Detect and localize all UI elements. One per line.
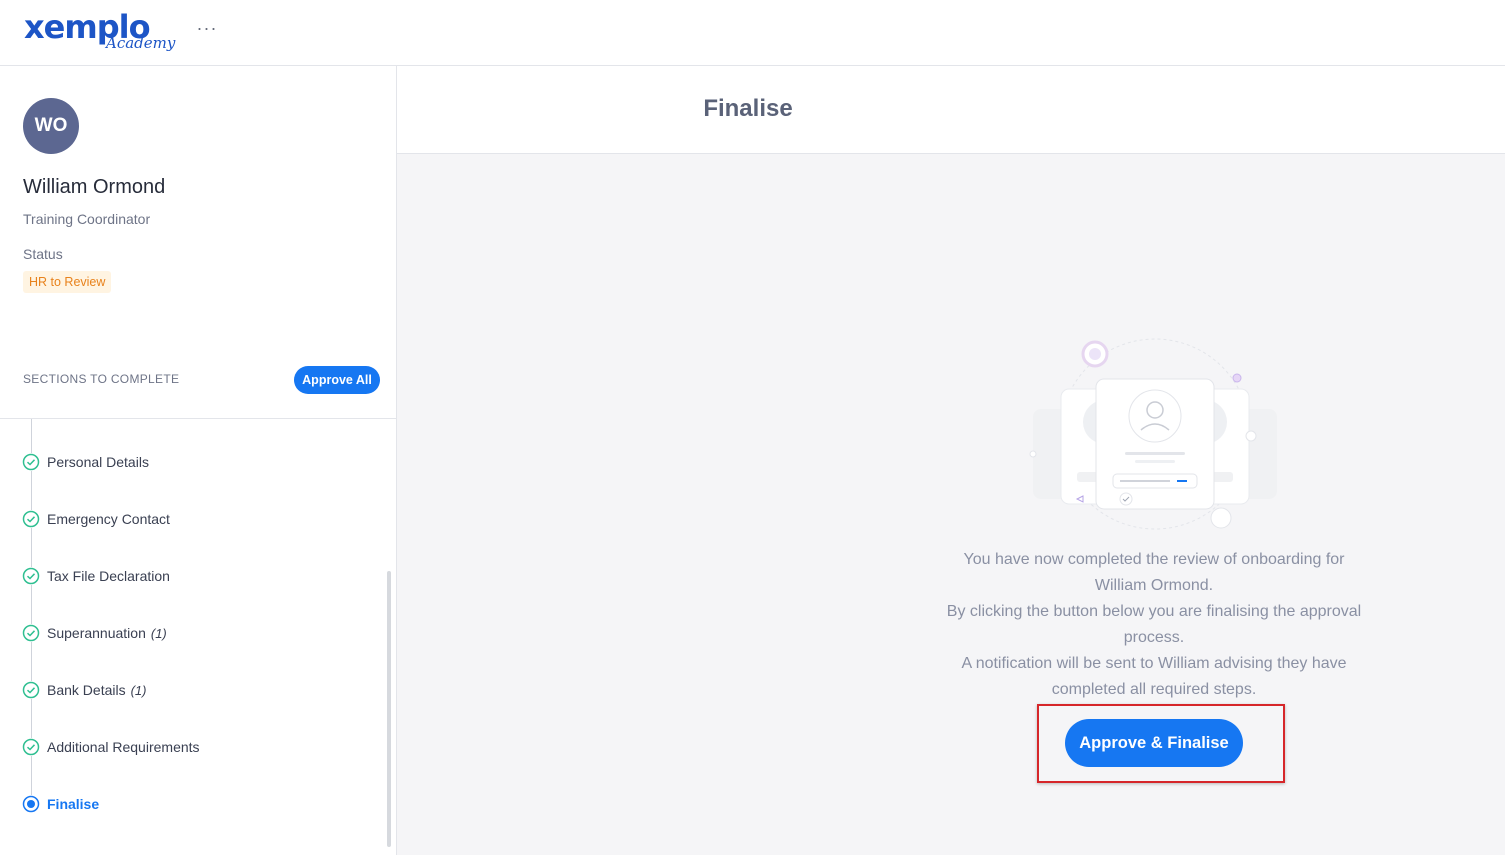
more-options-icon[interactable]: ··· (196, 18, 218, 40)
step-tax-file-declaration[interactable]: Tax File Declaration (22, 564, 170, 588)
step-label: Bank Details (47, 682, 126, 698)
step-label: Finalise (47, 796, 100, 812)
sections-heading: SECTIONS TO COMPLETE (23, 372, 180, 386)
step-label: Emergency Contact (47, 511, 170, 527)
step-bank-details[interactable]: Bank Details (1) (22, 678, 146, 702)
user-name: William Ormond (23, 176, 166, 198)
message-line: completed all required steps. (1051, 681, 1257, 698)
step-superannuation[interactable]: Superannuation (1) (22, 621, 167, 645)
step-label: Additional Requirements (47, 739, 200, 755)
step-label: Superannuation (47, 625, 146, 641)
completion-message: You have now completed the review of onb… (921, 547, 1387, 703)
sidebar-scrollbar[interactable] (387, 571, 391, 847)
status-badge: HR to Review (23, 271, 112, 293)
check-circle-icon (22, 453, 40, 471)
check-circle-icon (22, 681, 40, 699)
step-emergency-contact[interactable]: Emergency Contact (22, 507, 170, 531)
main-panel: Finalise You have now completed the revi… (397, 66, 1505, 855)
check-circle-icon (22, 510, 40, 528)
message-line: process. (1123, 629, 1185, 646)
step-count: (1) (150, 625, 167, 641)
avatar: WO (23, 98, 79, 154)
user-role: Training Coordinator (23, 211, 151, 227)
step-personal-details[interactable]: Personal Details (22, 450, 149, 474)
approve-all-button[interactable]: Approve All (294, 366, 380, 394)
step-finalise[interactable]: Finalise (22, 792, 99, 816)
active-step-icon (22, 795, 40, 813)
check-circle-icon (22, 567, 40, 585)
step-label: Personal Details (47, 454, 149, 470)
section-steps-list: Personal Details Emergency Contact Tax F… (0, 419, 396, 855)
approve-finalise-button[interactable]: Approve & Finalise (1065, 719, 1243, 767)
sidebar: WO William Ormond Training Coordinator S… (0, 66, 397, 855)
main-header: Finalise (397, 66, 1505, 154)
check-circle-icon (22, 624, 40, 642)
step-count: (1) (130, 682, 147, 698)
message-line: A notification will be sent to William a… (961, 655, 1347, 672)
check-circle-icon (22, 738, 40, 756)
page-title: Finalise (703, 95, 793, 122)
step-additional-requirements[interactable]: Additional Requirements (22, 735, 200, 759)
approval-illustration (1025, 334, 1285, 534)
message-line: By clicking the button below you are fin… (946, 603, 1362, 620)
message-line: You have now completed the review of onb… (963, 551, 1345, 568)
xemplo-academy-logo[interactable]: xemplo Academy (24, 8, 176, 56)
step-label: Tax File Declaration (47, 568, 170, 584)
logo-subtitle: Academy (106, 34, 176, 52)
top-bar: xemplo Academy ··· (0, 0, 1505, 66)
status-label: Status (23, 246, 63, 262)
message-line: William Ormond. (1094, 577, 1214, 594)
